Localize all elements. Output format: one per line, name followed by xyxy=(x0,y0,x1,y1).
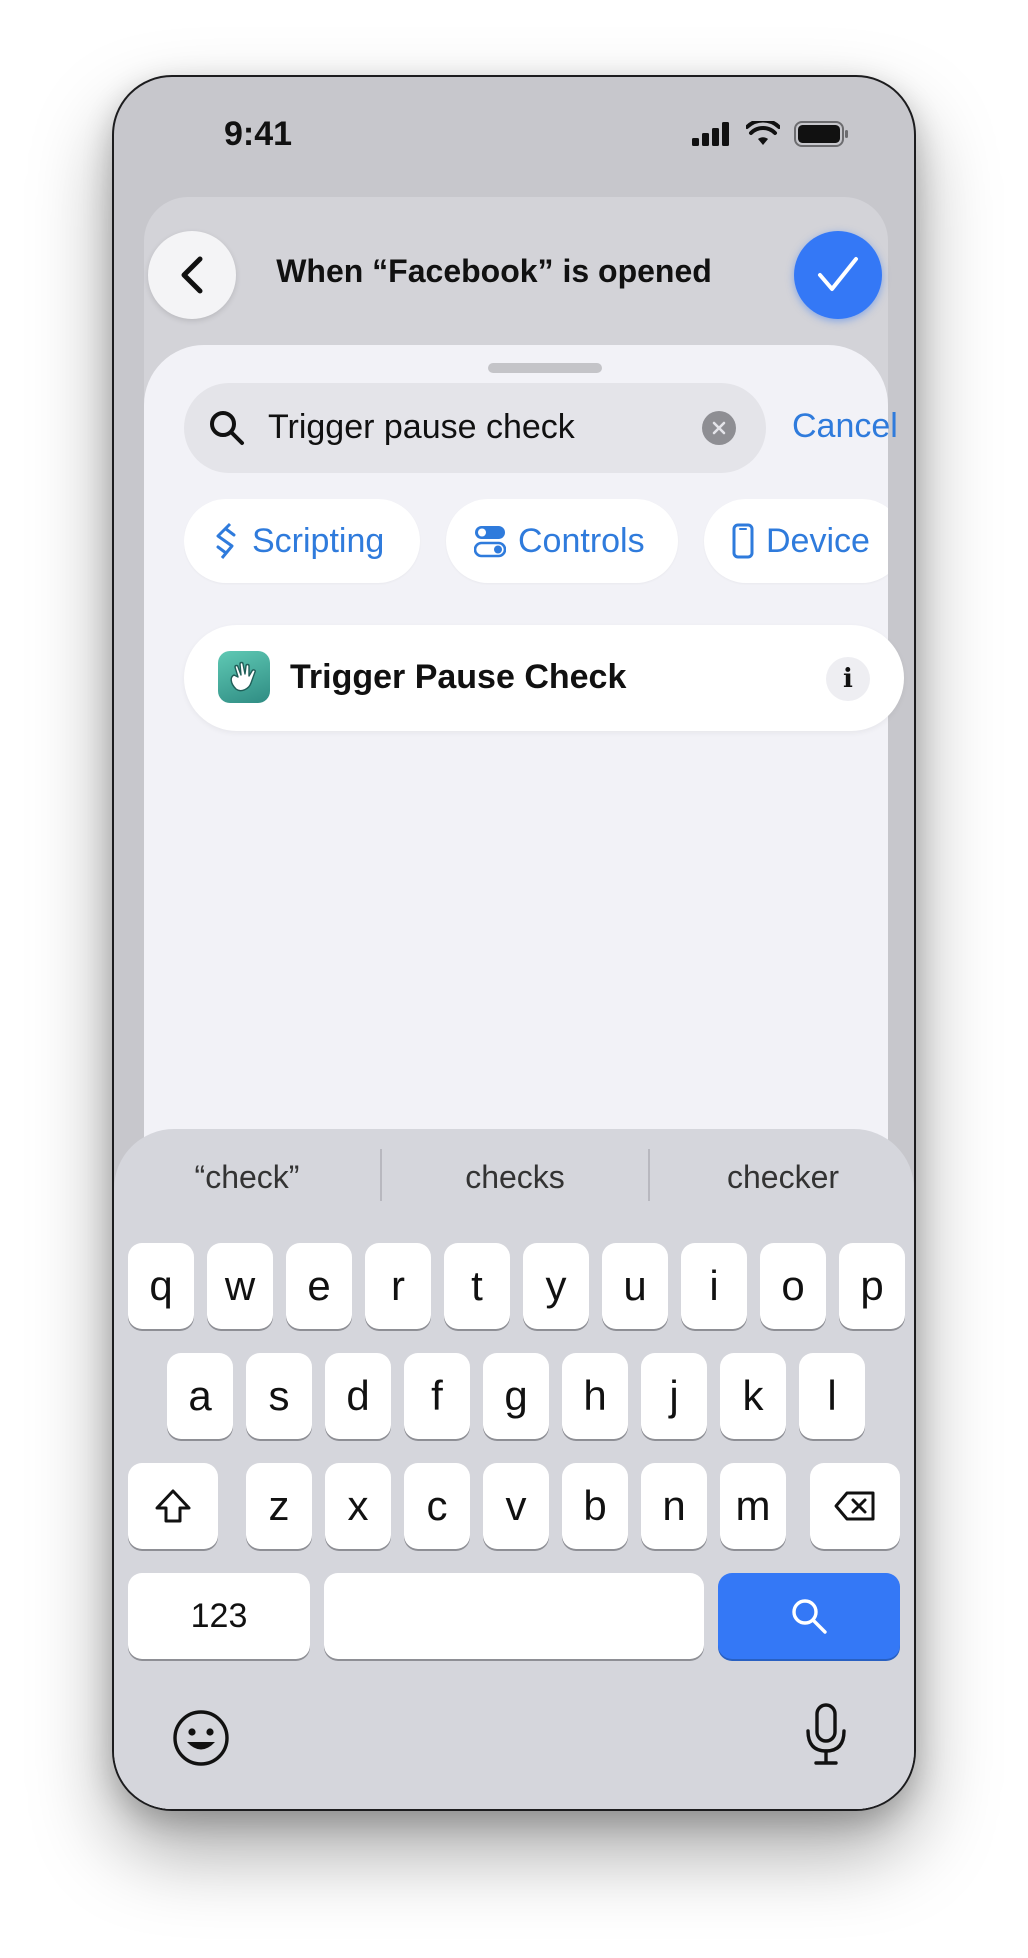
suggestion-2[interactable]: checks xyxy=(382,1159,648,1196)
key-h[interactable]: h xyxy=(562,1353,628,1439)
key-q[interactable]: q xyxy=(128,1243,194,1329)
chip-device[interactable]: Device xyxy=(704,499,888,583)
key-v[interactable]: v xyxy=(483,1463,549,1549)
key-u[interactable]: u xyxy=(602,1243,668,1329)
keyboard-bottom-bar xyxy=(114,1689,914,1789)
scripting-icon xyxy=(216,522,236,559)
autocomplete-bar: “check” checks checker xyxy=(114,1149,914,1209)
wifi-icon xyxy=(746,121,780,145)
search-value: Trigger pause check xyxy=(268,408,575,446)
key-z[interactable]: z xyxy=(246,1463,312,1549)
key-y[interactable]: y xyxy=(523,1243,589,1329)
checkmark-icon xyxy=(818,257,858,291)
microphone-icon[interactable] xyxy=(804,1703,848,1767)
back-button[interactable] xyxy=(148,231,236,319)
cancel-button[interactable]: Cancel xyxy=(792,407,898,446)
key-n[interactable]: n xyxy=(641,1463,707,1549)
chip-label: Device xyxy=(766,521,870,560)
page-title: When “Facebook” is opened xyxy=(276,253,712,289)
key-f[interactable]: f xyxy=(404,1353,470,1439)
key-s[interactable]: s xyxy=(246,1353,312,1439)
info-button[interactable]: i xyxy=(826,657,870,701)
backspace-icon xyxy=(834,1491,875,1521)
search-input[interactable]: Trigger pause check xyxy=(184,383,766,473)
clear-search-button[interactable] xyxy=(702,411,736,445)
signal-icon xyxy=(692,122,729,146)
keyboard: “check” checks checker qwertyuiop asdfgh… xyxy=(114,1129,914,1809)
clear-icon xyxy=(712,421,726,435)
chip-label: Scripting xyxy=(252,521,385,560)
chip-controls[interactable]: Controls xyxy=(446,499,678,583)
key-p[interactable]: p xyxy=(839,1243,905,1329)
status-time: 9:41 xyxy=(224,115,293,153)
key-k[interactable]: k xyxy=(720,1353,786,1439)
key-g[interactable]: g xyxy=(483,1353,549,1439)
space-key[interactable] xyxy=(324,1573,704,1659)
key-b[interactable]: b xyxy=(562,1463,628,1549)
key-x[interactable]: x xyxy=(325,1463,391,1549)
controls-icon xyxy=(474,526,506,558)
status-icons xyxy=(692,121,850,147)
emoji-icon[interactable] xyxy=(172,1709,230,1767)
key-m[interactable]: m xyxy=(720,1463,786,1549)
action-name: Trigger Pause Check xyxy=(290,658,627,696)
status-bar: 9:41 xyxy=(114,77,914,197)
delete-key[interactable] xyxy=(810,1463,900,1549)
phone-screen: 9:41 When “Facebook” is opened Trigger p… xyxy=(112,75,916,1811)
key-i[interactable]: i xyxy=(681,1243,747,1329)
shift-key[interactable] xyxy=(128,1463,218,1549)
key-e[interactable]: e xyxy=(286,1243,352,1329)
key-w[interactable]: w xyxy=(207,1243,273,1329)
waving-hand-icon xyxy=(218,651,270,703)
category-chips: Scripting Controls Device xyxy=(184,499,888,585)
suggestion-1[interactable]: “check” xyxy=(114,1159,380,1196)
device-icon xyxy=(732,523,754,559)
chip-label: Controls xyxy=(518,521,645,560)
search-icon xyxy=(210,411,244,445)
done-button[interactable] xyxy=(794,231,882,319)
suggestion-3[interactable]: checker xyxy=(650,1159,914,1196)
key-o[interactable]: o xyxy=(760,1243,826,1329)
key-c[interactable]: c xyxy=(404,1463,470,1549)
search-icon xyxy=(792,1599,827,1634)
search-key[interactable] xyxy=(718,1573,900,1659)
sheet-grabber[interactable] xyxy=(488,363,602,373)
battery-icon xyxy=(794,121,848,147)
key-l[interactable]: l xyxy=(799,1353,865,1439)
shift-icon xyxy=(155,1489,191,1523)
key-t[interactable]: t xyxy=(444,1243,510,1329)
action-result-row[interactable]: Trigger Pause Check i xyxy=(184,625,904,731)
numbers-key[interactable]: 123 xyxy=(128,1573,310,1659)
key-j[interactable]: j xyxy=(641,1353,707,1439)
key-d[interactable]: d xyxy=(325,1353,391,1439)
chip-scripting[interactable]: Scripting xyxy=(184,499,420,583)
key-a[interactable]: a xyxy=(167,1353,233,1439)
chevron-left-icon xyxy=(181,256,203,294)
key-r[interactable]: r xyxy=(365,1243,431,1329)
